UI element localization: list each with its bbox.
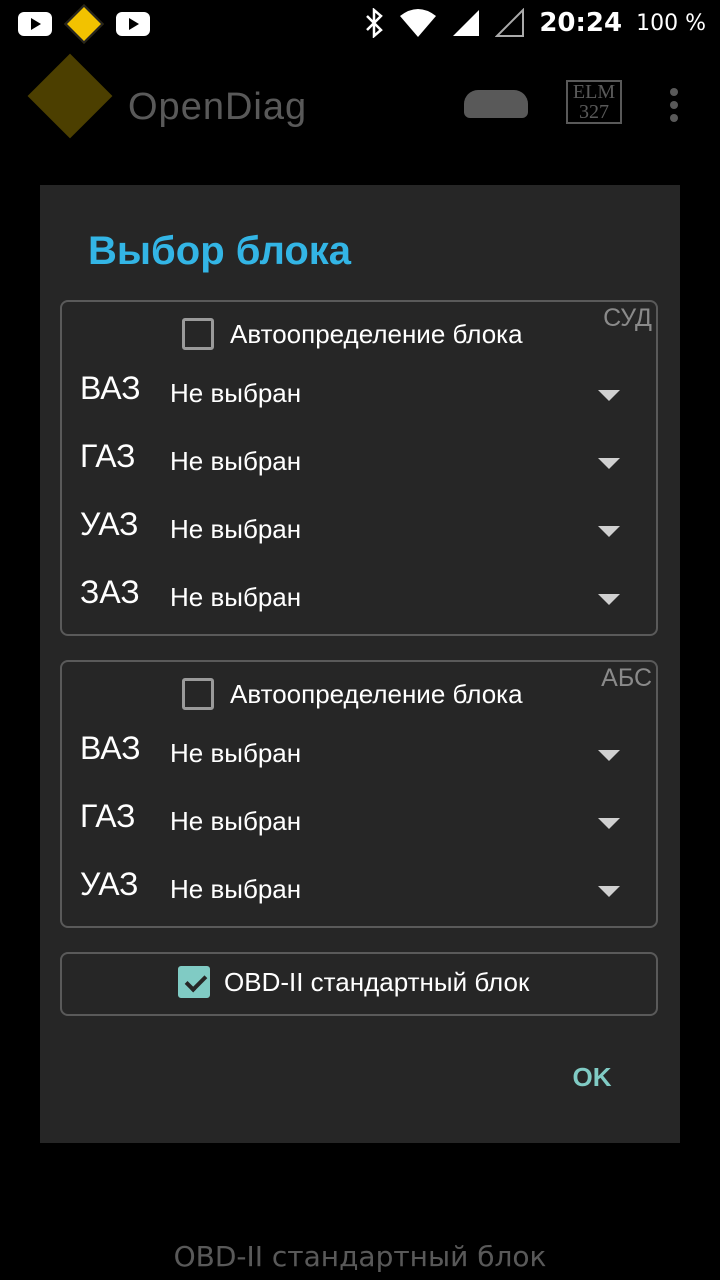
select-value: Не выбран	[170, 514, 302, 544]
signal-icon	[453, 10, 480, 36]
bluetooth-icon	[366, 8, 384, 38]
select-value: Не выбран	[170, 582, 302, 612]
notification-icons	[18, 4, 150, 44]
group-tag-ecu: СУД	[603, 304, 652, 332]
auto-detect-ecu[interactable]: Автоопределение блока	[182, 316, 523, 352]
dropdown-arrow-icon	[598, 594, 620, 605]
select-row-gaz[interactable]: ГАЗ Не выбран	[80, 794, 640, 846]
status-bar: 20:24 100 %	[0, 0, 720, 52]
dialog-title: Выбор блока	[88, 229, 352, 273]
auto-detect-abs-checkbox[interactable]	[182, 678, 214, 710]
obd-standard-checkbox[interactable]	[178, 966, 210, 998]
brand-label: ВАЗ	[80, 370, 141, 406]
select-row-vaz[interactable]: ВАЗ Не выбран	[80, 726, 640, 778]
app-title: OpenDiag	[128, 86, 308, 128]
select-value: Не выбран	[170, 378, 302, 408]
brand-label: УАЗ	[80, 866, 139, 902]
auto-detect-abs[interactable]: Автоопределение блока	[182, 676, 523, 712]
clock: 20:24	[539, 8, 623, 38]
select-row-gaz[interactable]: ГАЗ Не выбран	[80, 434, 640, 486]
dropdown-arrow-icon	[598, 458, 620, 469]
dropdown-arrow-icon	[598, 886, 620, 897]
obd-standard-box[interactable]: OBD-II стандартный блок	[60, 952, 658, 1016]
youtube-icon	[18, 12, 52, 36]
obd-standard-label: OBD-II стандартный блок	[224, 966, 530, 997]
elm-label-top: ELM	[572, 81, 616, 103]
car-icon[interactable]	[464, 90, 528, 118]
overflow-menu-icon[interactable]	[670, 88, 680, 127]
brand-label: ЗАЗ	[80, 574, 140, 610]
youtube-icon	[116, 12, 150, 36]
signal-empty-icon	[495, 8, 525, 37]
group-tag-abs: АБС	[601, 664, 652, 692]
app-logo-icon	[27, 53, 113, 139]
select-value: Не выбран	[170, 874, 302, 904]
elm-label-bottom: 327	[579, 101, 609, 123]
abs-group: АБС Автоопределение блока ВАЗ Не выбран …	[60, 660, 658, 928]
auto-detect-label: Автоопределение блока	[230, 678, 523, 709]
select-value: Не выбран	[170, 738, 302, 768]
select-row-uaz[interactable]: УАЗ Не выбран	[80, 502, 640, 554]
select-value: Не выбран	[170, 446, 302, 476]
brand-label: УАЗ	[80, 506, 139, 542]
ecu-group: СУД Автоопределение блока ВАЗ Не выбран …	[60, 300, 658, 636]
brand-label: ГАЗ	[80, 438, 136, 474]
system-icons: 20:24 100 %	[363, 8, 706, 38]
elm327-icon[interactable]: ELM 327	[566, 80, 622, 124]
app-bar: OpenDiag ELM 327	[0, 52, 720, 142]
navigation-icon	[64, 4, 104, 44]
select-value: Не выбран	[170, 806, 302, 836]
ok-button[interactable]: OK	[552, 1047, 632, 1107]
brand-label: ГАЗ	[80, 798, 136, 834]
block-select-dialog: Выбор блока СУД Автоопределение блока ВА…	[40, 185, 680, 1143]
dropdown-arrow-icon	[598, 390, 620, 401]
dropdown-arrow-icon	[598, 526, 620, 537]
battery-level: 100 %	[636, 10, 706, 36]
background-bottom-text: OBD-II стандартный блок	[173, 1240, 547, 1273]
auto-detect-label: Автоопределение блока	[230, 318, 523, 349]
wifi-icon	[400, 9, 437, 37]
select-row-zaz[interactable]: ЗАЗ Не выбран	[80, 570, 640, 622]
brand-label: ВАЗ	[80, 730, 141, 766]
dropdown-arrow-icon	[598, 818, 620, 829]
dropdown-arrow-icon	[598, 750, 620, 761]
obd-standard-row[interactable]: OBD-II стандартный блок	[178, 966, 529, 998]
select-row-vaz[interactable]: ВАЗ Не выбран	[80, 366, 640, 418]
select-row-uaz[interactable]: УАЗ Не выбран	[80, 862, 640, 914]
auto-detect-ecu-checkbox[interactable]	[182, 318, 214, 350]
